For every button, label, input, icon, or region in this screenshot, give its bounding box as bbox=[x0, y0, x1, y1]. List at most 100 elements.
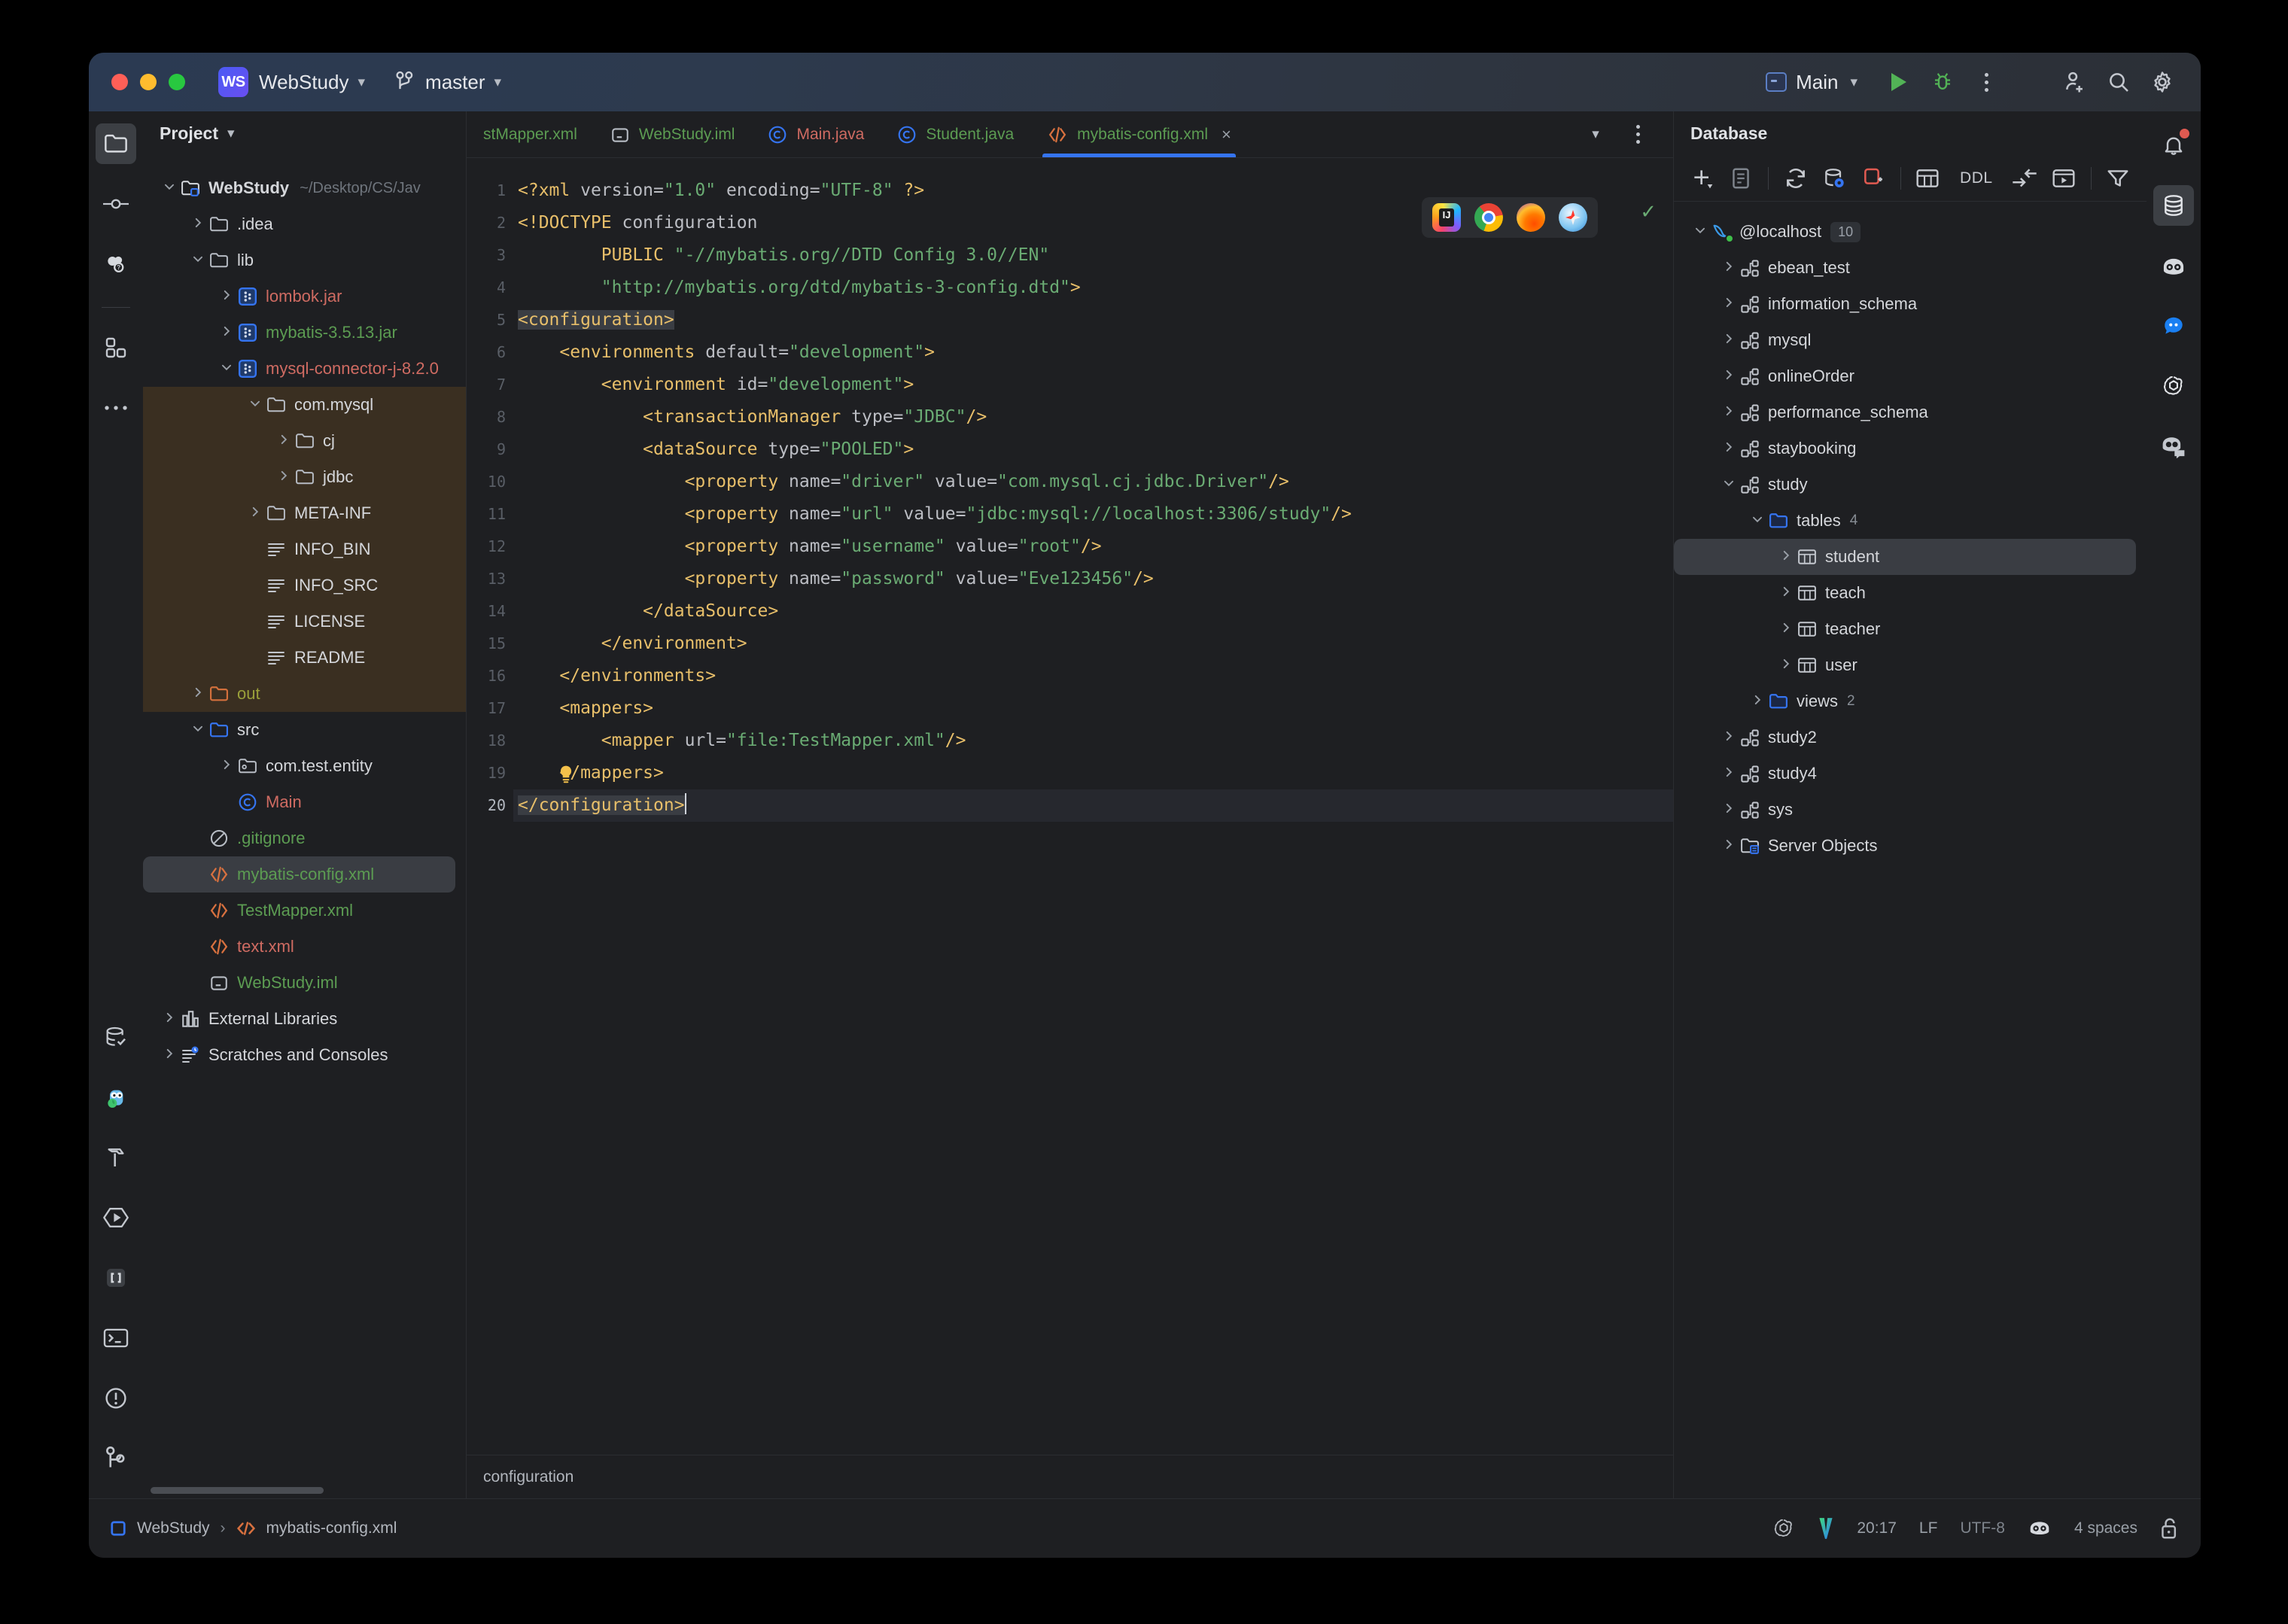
status-indent[interactable]: 4 spaces bbox=[2074, 1519, 2137, 1537]
refresh-button[interactable] bbox=[1778, 160, 1814, 196]
chevron-right-icon[interactable] bbox=[1719, 366, 1739, 386]
chevron-right-icon[interactable] bbox=[1719, 330, 1739, 350]
code-line[interactable]: <environment id="development"> bbox=[513, 369, 1673, 401]
code-line[interactable]: <property name="url" value="jdbc:mysql:/… bbox=[513, 498, 1673, 531]
project-tree-item[interactable]: com.test.entity bbox=[143, 748, 466, 784]
project-tree-item[interactable]: .idea bbox=[143, 206, 466, 242]
copilot-icon[interactable] bbox=[2028, 1518, 2052, 1539]
database-tree-item[interactable]: tables 4 bbox=[1674, 503, 2147, 539]
editor-tab[interactable]: Main.java bbox=[751, 111, 881, 157]
intention-bulb-icon[interactable] bbox=[558, 763, 574, 783]
sidebar-item-openai[interactable] bbox=[2153, 366, 2194, 406]
breadcrumb[interactable]: configuration bbox=[467, 1455, 1673, 1498]
code-content[interactable]: <?xml version="1.0" encoding="UTF-8" ?> <… bbox=[513, 158, 1673, 1455]
new-table-button[interactable] bbox=[1910, 160, 1946, 196]
project-tree-item[interactable]: src bbox=[143, 712, 466, 748]
chevron-right-icon[interactable] bbox=[188, 686, 208, 703]
sidebar-item-project[interactable] bbox=[96, 123, 136, 164]
code-line[interactable]: </dataSource> bbox=[513, 595, 1673, 628]
editor-tab[interactable]: stMapper.xml bbox=[467, 111, 594, 157]
chevron-right-icon[interactable] bbox=[217, 758, 236, 775]
database-tree-item[interactable]: staybooking bbox=[1674, 430, 2147, 467]
sidebar-item-database-inspector[interactable] bbox=[96, 1017, 136, 1057]
database-tree-item[interactable]: mysql bbox=[1674, 322, 2147, 358]
project-tree-item[interactable]: TestMapper.xml bbox=[143, 893, 466, 929]
project-tree-item[interactable]: lombok.jar bbox=[143, 278, 466, 315]
project-tree-item-selected[interactable]: mybatis-config.xml bbox=[143, 856, 455, 893]
chevron-right-icon[interactable] bbox=[1776, 619, 1796, 639]
search-everywhere-button[interactable] bbox=[2097, 60, 2140, 104]
code-editor[interactable]: 1 2 3 4 5 6 7 8 9 10 11 12 13 14 15 16 17 18 19 20 <?xml ve… bbox=[467, 158, 1673, 1455]
chevron-right-icon[interactable] bbox=[1719, 836, 1739, 856]
project-tree-item[interactable]: External Libraries bbox=[143, 1001, 466, 1037]
code-line[interactable]: <dataSource type="POOLED"> bbox=[513, 433, 1673, 466]
chevron-down-icon[interactable] bbox=[217, 360, 236, 378]
firefox-icon[interactable] bbox=[1517, 203, 1545, 232]
chevron-right-icon[interactable] bbox=[188, 216, 208, 233]
database-tree-item-selected[interactable]: student bbox=[1674, 539, 2136, 575]
run-button[interactable] bbox=[1877, 60, 1921, 104]
code-line[interactable]: <property name="username" value="root"/> bbox=[513, 531, 1673, 563]
project-tree-item[interactable]: cj bbox=[143, 423, 466, 459]
code-line[interactable]: </environment> bbox=[513, 628, 1673, 660]
chevron-right-icon[interactable] bbox=[1776, 547, 1796, 567]
chevron-down-icon[interactable] bbox=[245, 397, 265, 414]
chevron-right-icon[interactable] bbox=[245, 505, 265, 522]
jump-to-editor-button[interactable] bbox=[2007, 160, 2043, 196]
close-window-button[interactable] bbox=[111, 74, 128, 90]
code-line[interactable]: PUBLIC "-//mybatis.org//DTD Config 3.0//… bbox=[513, 239, 1673, 272]
chevron-right-icon[interactable] bbox=[1719, 764, 1739, 783]
maximize-window-button[interactable] bbox=[169, 74, 185, 90]
database-tree-item[interactable]: ebean_test bbox=[1674, 250, 2147, 286]
code-line[interactable]: </environments> bbox=[513, 660, 1673, 692]
open-console-button[interactable] bbox=[2046, 160, 2082, 196]
chevron-right-icon[interactable] bbox=[160, 1011, 179, 1028]
vpn-logo-icon[interactable] bbox=[1818, 1517, 1834, 1540]
database-tree-item[interactable]: study4 bbox=[1674, 756, 2147, 792]
chevron-down-icon[interactable] bbox=[1748, 511, 1767, 531]
source-code[interactable]: <?xml version="1.0" encoding="UTF-8" ?> <… bbox=[513, 175, 1673, 822]
code-line[interactable]: <property name="driver" value="com.mysql… bbox=[513, 466, 1673, 498]
project-tree-item[interactable]: WebStudy ~/Desktop/CS/Jav bbox=[143, 170, 466, 206]
editor-tab[interactable]: WebStudy.iml bbox=[594, 111, 752, 157]
database-tree-item[interactable]: onlineOrder bbox=[1674, 358, 2147, 394]
chevron-right-icon[interactable] bbox=[274, 469, 294, 486]
branch-selector[interactable]: master ▾ bbox=[395, 71, 501, 94]
database-tree-item[interactable]: performance_schema bbox=[1674, 394, 2147, 430]
inspection-status-icon[interactable]: ✓ bbox=[1640, 200, 1657, 224]
code-line[interactable]: <property name="password" value="Eve1234… bbox=[513, 563, 1673, 595]
debug-button[interactable] bbox=[1921, 60, 1964, 104]
minimize-window-button[interactable] bbox=[140, 74, 157, 90]
editor-tab[interactable]: Student.java bbox=[881, 111, 1030, 157]
chevron-right-icon[interactable] bbox=[1719, 294, 1739, 314]
chevron-right-icon[interactable] bbox=[274, 433, 294, 450]
chevron-right-icon[interactable] bbox=[1719, 439, 1739, 458]
chevron-down-icon[interactable] bbox=[1690, 222, 1710, 242]
code-line[interactable]: </mappers> bbox=[513, 757, 1673, 789]
more-actions-button[interactable] bbox=[1964, 60, 2008, 104]
settings-button[interactable] bbox=[2140, 60, 2184, 104]
run-configuration-selector[interactable]: Main ▾ bbox=[1766, 71, 1857, 94]
database-tree-item[interactable]: study2 bbox=[1674, 719, 2147, 756]
database-tree-item[interactable]: views 2 bbox=[1674, 683, 2147, 719]
add-datasource-button[interactable] bbox=[1684, 160, 1721, 196]
project-panel-header[interactable]: Project ▾ bbox=[143, 111, 466, 155]
project-tree[interactable]: WebStudy ~/Desktop/CS/Jav .idea lib lombok.j… bbox=[143, 155, 466, 1477]
status-line-separator[interactable]: LF bbox=[1919, 1519, 1938, 1537]
project-tree-item[interactable]: lib bbox=[143, 242, 466, 278]
chevron-right-icon[interactable] bbox=[1719, 800, 1739, 820]
project-tree-item[interactable]: out bbox=[143, 676, 466, 712]
database-tree-item[interactable]: user bbox=[1674, 647, 2147, 683]
database-tree-item[interactable]: information_schema bbox=[1674, 286, 2147, 322]
sidebar-item-notifications[interactable] bbox=[2153, 125, 2194, 166]
database-tree-item[interactable]: sys bbox=[1674, 792, 2147, 828]
chevron-right-icon[interactable] bbox=[217, 324, 236, 342]
sidebar-item-problems[interactable] bbox=[96, 1378, 136, 1419]
lock-open-icon[interactable] bbox=[2160, 1517, 2180, 1540]
chevron-down-icon[interactable] bbox=[188, 722, 208, 739]
chevron-down-icon[interactable] bbox=[1719, 475, 1739, 494]
intellij-icon[interactable]: IJ bbox=[1432, 203, 1461, 232]
chevron-right-icon[interactable] bbox=[160, 1047, 179, 1064]
add-collaborator-button[interactable] bbox=[2053, 60, 2097, 104]
chevron-right-icon[interactable] bbox=[1748, 692, 1767, 711]
